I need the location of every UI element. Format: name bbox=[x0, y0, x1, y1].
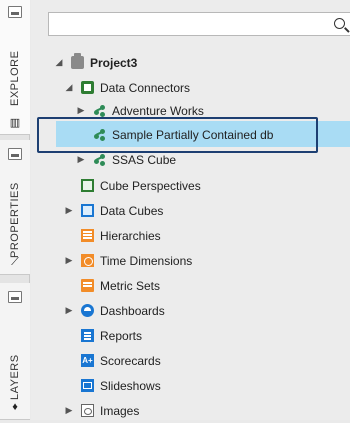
connection-icon bbox=[93, 104, 106, 117]
tree-item-label: Adventure Works bbox=[112, 103, 204, 118]
grip-icon: ▥ bbox=[9, 116, 21, 129]
side-tab-rail: EXPLORE ▥ PROPERTIES ⟋ LAYERS ♦ bbox=[0, 0, 30, 420]
expand-arrow-icon[interactable]: ▶ bbox=[64, 255, 74, 266]
search-input[interactable] bbox=[49, 13, 350, 35]
tree-item-label: Slideshows bbox=[100, 378, 161, 393]
tab-layers-label: LAYERS bbox=[9, 354, 21, 400]
slideshows-icon bbox=[81, 379, 94, 392]
tree-item-hierarchies[interactable]: Hierarchies bbox=[81, 223, 161, 248]
tab-properties[interactable]: PROPERTIES ⟋ bbox=[0, 140, 30, 275]
expand-arrow-icon[interactable]: ▶ bbox=[64, 205, 74, 216]
connection-icon bbox=[93, 153, 106, 166]
expand-arrow-icon[interactable]: ▶ bbox=[64, 405, 74, 416]
expand-arrow-icon[interactable]: ▶ bbox=[76, 105, 86, 116]
images-icon bbox=[81, 404, 94, 417]
search-box[interactable] bbox=[48, 12, 350, 36]
pin-icon[interactable] bbox=[8, 291, 22, 303]
data-connectors-icon bbox=[81, 81, 94, 94]
tree-item-label: Hierarchies bbox=[100, 228, 161, 243]
tree-item-project[interactable]: ◢ Project3 bbox=[54, 50, 137, 75]
collapse-arrow-icon[interactable]: ◢ bbox=[64, 82, 74, 93]
tree-item-label: SSAS Cube bbox=[112, 152, 177, 167]
tree-item-time-dimensions[interactable]: ▶ Time Dimensions bbox=[64, 248, 193, 273]
tree-item-label: Data Cubes bbox=[100, 203, 164, 218]
reports-icon bbox=[81, 329, 94, 342]
scorecards-icon: A+ bbox=[81, 354, 94, 367]
tab-properties-label: PROPERTIES bbox=[9, 182, 21, 258]
expand-arrow-icon[interactable]: ▶ bbox=[64, 305, 74, 316]
tree-item-data-connectors[interactable]: ◢ Data Connectors bbox=[64, 75, 191, 100]
tree-item-label: Metric Sets bbox=[100, 278, 161, 293]
tree-item-cube-perspectives[interactable]: Cube Perspectives bbox=[81, 173, 201, 198]
tree-item-label: Project3 bbox=[90, 55, 138, 70]
tab-explore[interactable]: EXPLORE ▥ bbox=[0, 0, 30, 135]
search-icon[interactable] bbox=[334, 18, 345, 29]
tree-item-label: Scorecards bbox=[100, 353, 161, 368]
tree-item-label: Dashboards bbox=[100, 303, 165, 318]
tree-item-label: Data Connectors bbox=[100, 80, 191, 95]
tree-item-data-cubes[interactable]: ▶ Data Cubes bbox=[64, 198, 164, 223]
metric-sets-icon bbox=[81, 279, 94, 292]
tree-item-metric-sets[interactable]: Metric Sets bbox=[81, 273, 160, 298]
tree-item-label: Images bbox=[100, 403, 140, 418]
brush-icon: ⟋ bbox=[11, 255, 19, 268]
tree-item-dashboards[interactable]: ▶ Dashboards bbox=[64, 298, 165, 323]
tree-item-images[interactable]: ▶ Images bbox=[64, 398, 140, 423]
layers-icon: ♦ bbox=[12, 401, 18, 413]
tab-layers[interactable]: LAYERS ♦ bbox=[0, 283, 30, 420]
time-dimensions-icon bbox=[81, 254, 94, 267]
dashboards-icon bbox=[81, 304, 94, 317]
tree-item-label: Reports bbox=[100, 328, 143, 343]
pin-icon[interactable] bbox=[8, 6, 22, 18]
selection-highlight-box bbox=[37, 117, 318, 153]
pin-icon[interactable] bbox=[8, 148, 22, 160]
tree-item-slideshows[interactable]: Slideshows bbox=[81, 373, 161, 398]
tree-item-label: Time Dimensions bbox=[100, 253, 193, 268]
tree-item-reports[interactable]: Reports bbox=[81, 323, 142, 348]
hierarchies-icon bbox=[81, 229, 94, 242]
tab-explore-label: EXPLORE bbox=[9, 50, 21, 106]
data-cubes-icon bbox=[81, 204, 94, 217]
tree-item-label: Cube Perspectives bbox=[100, 178, 201, 193]
tree-item-scorecards[interactable]: A+ Scorecards bbox=[81, 348, 161, 373]
project-icon bbox=[71, 53, 84, 69]
expand-arrow-icon[interactable]: ▶ bbox=[76, 154, 86, 165]
collapse-arrow-icon[interactable]: ◢ bbox=[54, 57, 64, 68]
cube-perspectives-icon bbox=[81, 179, 94, 192]
